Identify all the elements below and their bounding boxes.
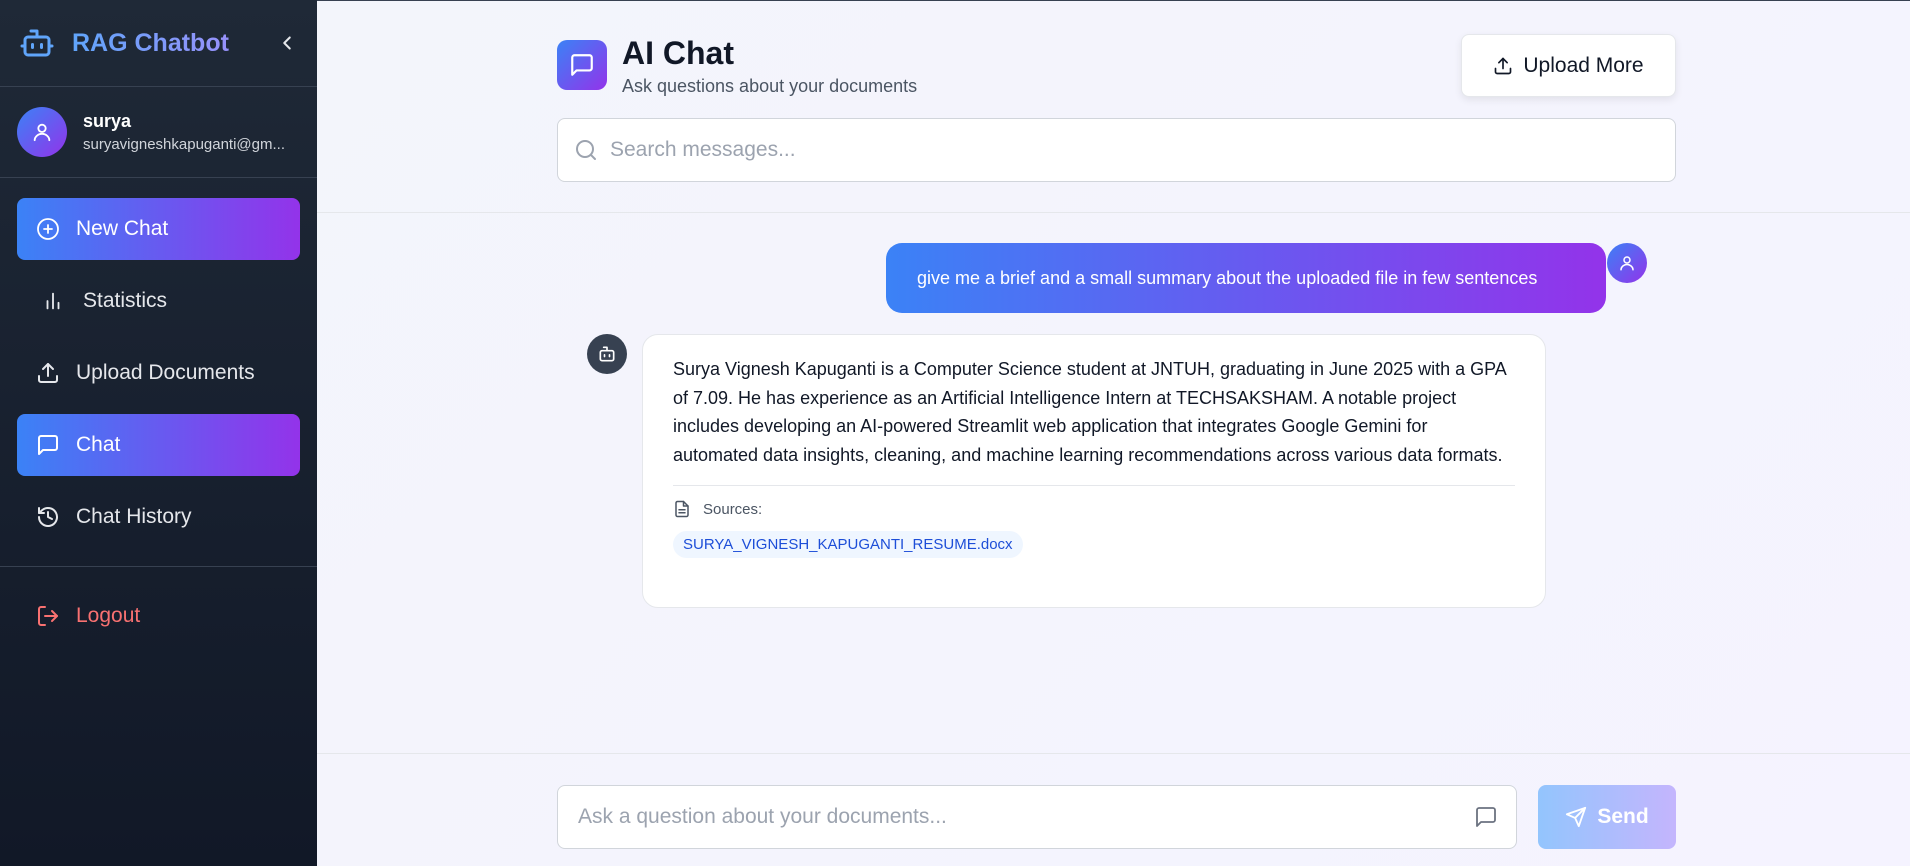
bot-avatar (587, 334, 627, 374)
user-profile: surya suryavigneshkapuganti@gm... (0, 87, 317, 178)
chat-main: AI Chat Ask questions about your documen… (317, 0, 1910, 866)
upload-icon (36, 361, 60, 385)
logout-button[interactable]: Logout (17, 585, 300, 647)
chat-header: AI Chat Ask questions about your documen… (317, 1, 1910, 213)
sidebar-item-label: New Chat (76, 217, 169, 240)
plus-circle-icon (36, 217, 60, 241)
sidebar-item-label: Statistics (83, 289, 168, 312)
avatar (17, 107, 67, 157)
bot-message-text: Surya Vignesh Kapuganti is a Computer Sc… (673, 359, 1506, 465)
user-email: suryavigneshkapuganti@gm... (83, 136, 286, 153)
sidebar-item-upload-documents[interactable]: Upload Documents (17, 342, 300, 404)
user-icon (1620, 256, 1634, 271)
bot-icon (599, 346, 615, 362)
search-box (557, 118, 1676, 182)
chevron-left-icon[interactable] (275, 31, 299, 55)
user-avatar (1607, 243, 1647, 283)
bot-icon (18, 24, 56, 62)
message-square-icon (36, 433, 60, 457)
page-title: AI Chat (622, 35, 734, 71)
sources-header: Sources: (673, 500, 1515, 518)
message-square-icon (557, 40, 607, 90)
app-root: RAG Chatbot surya suryavigneshkapuganti@… (0, 0, 1910, 866)
upload-more-button[interactable]: Upload More (1461, 34, 1676, 97)
sidebar-item-label: Chat History (76, 505, 192, 528)
ask-box (557, 785, 1517, 849)
sidebar-item-chat[interactable]: Chat (17, 414, 300, 476)
composer: Send (317, 753, 1910, 866)
upload-more-label: Upload More (1523, 53, 1644, 77)
sources-label: Sources: (703, 500, 763, 518)
user-name: surya (83, 111, 132, 131)
sidebar-item-new-chat[interactable]: New Chat (17, 198, 300, 260)
logout-label: Logout (76, 604, 141, 627)
send-button[interactable]: Send (1538, 785, 1676, 849)
message-square-icon (1474, 805, 1498, 829)
divider (673, 485, 1515, 486)
user-message-text: give me a brief and a small summary abou… (917, 267, 1538, 288)
sidebar: RAG Chatbot surya suryavigneshkapuganti@… (0, 0, 317, 866)
sidebar-nav: New Chat Statistics Upload Documents Cha… (0, 178, 317, 567)
sidebar-item-label: Chat (76, 433, 121, 456)
sidebar-item-label: Upload Documents (76, 361, 255, 384)
bot-message: Surya Vignesh Kapuganti is a Computer Sc… (642, 334, 1546, 608)
sidebar-item-statistics[interactable]: Statistics (17, 270, 300, 332)
sidebar-item-chat-history[interactable]: Chat History (17, 486, 300, 548)
page-subtitle: Ask questions about your documents (622, 76, 918, 96)
user-message: give me a brief and a small summary abou… (886, 243, 1606, 313)
history-icon (36, 505, 60, 529)
send-label: Send (1597, 805, 1649, 828)
search-icon (574, 138, 598, 162)
sidebar-header: RAG Chatbot (0, 0, 317, 87)
bar-chart-icon (41, 289, 65, 313)
send-icon (1565, 806, 1587, 828)
brand-title: RAG Chatbot (72, 29, 275, 58)
question-input[interactable] (578, 786, 1474, 848)
logout-icon (36, 604, 60, 628)
file-text-icon (673, 500, 691, 518)
user-icon (33, 123, 51, 142)
search-input[interactable] (610, 119, 1675, 181)
source-file-chip[interactable]: SURYA_VIGNESH_KAPUGANTI_RESUME.docx (673, 531, 1023, 558)
upload-icon (1493, 56, 1513, 76)
